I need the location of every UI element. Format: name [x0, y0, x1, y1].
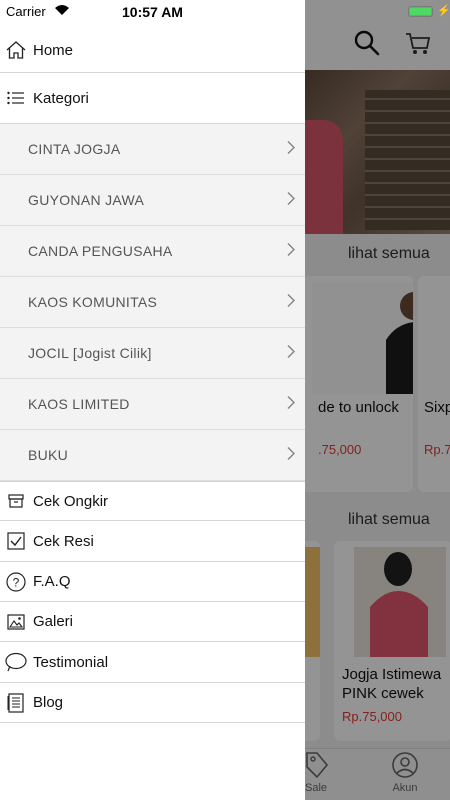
- home-icon: [5, 39, 27, 61]
- drawer-item-home[interactable]: Home: [0, 28, 305, 73]
- drawer-item-label: Cek Ongkir: [33, 492, 109, 510]
- drawer-item-kategori[interactable]: Kategori: [0, 73, 305, 124]
- drawer-item-label: Blog: [33, 694, 64, 711]
- archive-box-icon: [5, 490, 27, 512]
- checkbox-icon: [5, 530, 27, 552]
- category-item[interactable]: KAOS KOMUNITAS: [0, 277, 305, 328]
- drawer-item-label: Kategori: [33, 89, 89, 107]
- chevron-right-icon: [287, 140, 296, 158]
- category-item[interactable]: GUYONAN JAWA: [0, 175, 305, 226]
- chevron-right-icon: [287, 242, 296, 260]
- category-label: KAOS LIMITED: [28, 396, 130, 412]
- battery-icon: [408, 6, 433, 17]
- category-label: CANDA PENGUSAHA: [28, 243, 173, 259]
- category-item[interactable]: KAOS LIMITED: [0, 379, 305, 430]
- category-label: CINTA JOGJA: [28, 141, 121, 157]
- category-item[interactable]: CANDA PENGUSAHA: [0, 226, 305, 277]
- dim-overlay[interactable]: [305, 0, 450, 800]
- chat-bubble-icon: [5, 651, 27, 673]
- chevron-right-icon: [287, 191, 296, 209]
- chevron-right-icon: [287, 344, 296, 362]
- drawer-item-label: Galeri: [33, 613, 74, 630]
- drawer-item-cek-ongkir[interactable]: Cek Ongkir: [0, 481, 305, 521]
- status-bar: Carrier 10:57 AM ⚡: [0, 0, 450, 22]
- drawer-item-cek-resi[interactable]: Cek Resi: [0, 521, 305, 562]
- drawer-item-testimonial[interactable]: Testimonial: [0, 642, 305, 683]
- list-icon: [5, 87, 27, 109]
- picture-icon: [5, 611, 27, 633]
- drawer-item-label: F.A.Q: [33, 573, 71, 590]
- svg-text:?: ?: [13, 575, 20, 589]
- drawer-item-label: Cek Resi: [33, 532, 94, 550]
- drawer-item-label: Home: [33, 41, 74, 59]
- category-label: GUYONAN JAWA: [28, 192, 145, 208]
- chevron-right-icon: [287, 395, 296, 413]
- category-label: JOCIL [Jogist Cilik]: [28, 345, 152, 361]
- category-item[interactable]: JOCIL [Jogist Cilik]: [0, 328, 305, 379]
- drawer-item-faq[interactable]: ? F.A.Q: [0, 562, 305, 602]
- chevron-right-icon: [287, 293, 296, 311]
- chevron-right-icon: [287, 446, 296, 464]
- side-drawer: Home Kategori CINTA JOGJA GUYONAN JAWA C…: [0, 0, 305, 800]
- document-icon: [5, 692, 27, 714]
- question-circle-icon: ?: [5, 571, 27, 593]
- drawer-item-blog[interactable]: Blog: [0, 683, 305, 723]
- category-item[interactable]: BUKU: [0, 430, 305, 481]
- category-label: BUKU: [28, 447, 69, 463]
- clock: 10:57 AM: [122, 4, 183, 20]
- category-label: KAOS KOMUNITAS: [28, 294, 158, 310]
- drawer-item-galeri[interactable]: Galeri: [0, 602, 305, 642]
- category-item[interactable]: CINTA JOGJA: [0, 124, 305, 175]
- charging-icon: ⚡: [437, 5, 450, 17]
- drawer-item-label: Testimonial: [33, 653, 109, 671]
